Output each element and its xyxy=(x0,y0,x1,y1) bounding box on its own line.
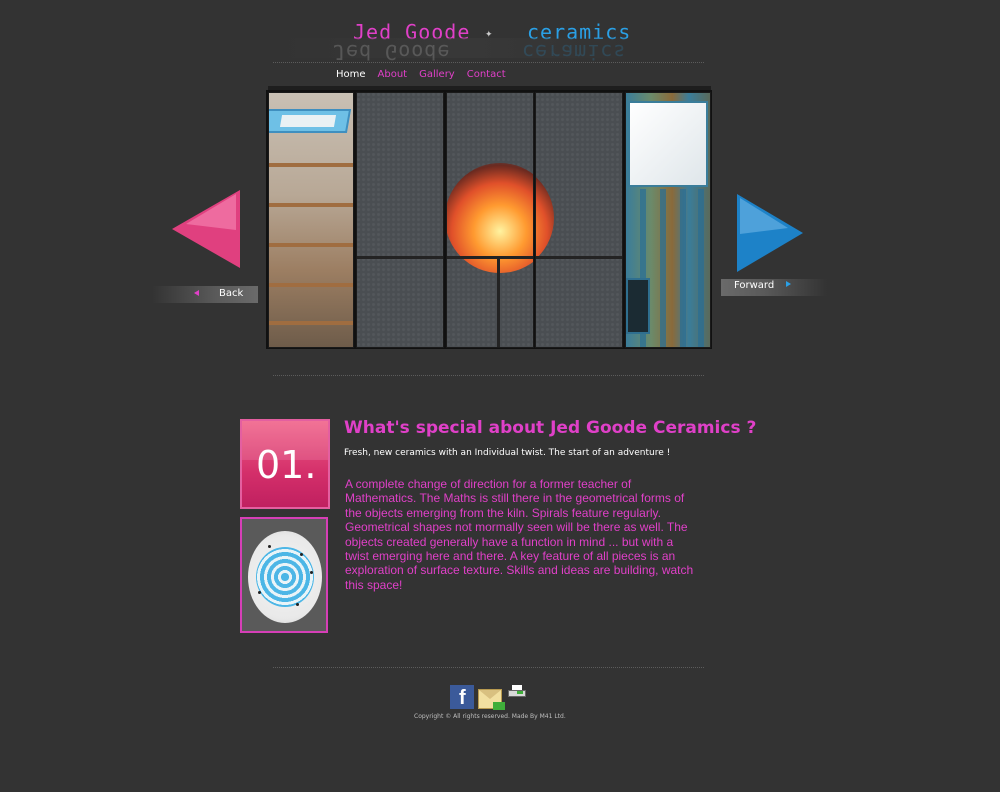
slider-next-arrow-icon[interactable] xyxy=(737,194,803,272)
forward-button[interactable]: Forward xyxy=(721,279,827,296)
nav-item-home[interactable]: Home xyxy=(336,69,366,80)
section-number: 01. xyxy=(256,443,317,487)
slider-panel-kiln-glow xyxy=(446,92,534,348)
section-body-text: A complete change of direction for a for… xyxy=(345,477,694,592)
copyright-text: Copyright © All rights reserved. Made By… xyxy=(414,713,566,720)
footer-icons: f xyxy=(450,685,526,710)
divider-top xyxy=(273,62,704,63)
forward-button-label: Forward xyxy=(734,280,775,291)
nav-item-gallery[interactable]: Gallery xyxy=(419,69,455,80)
box-opening xyxy=(626,278,650,334)
section-number-badge: 01. xyxy=(240,419,330,509)
box-interior xyxy=(628,101,708,187)
pot-glaze-rim xyxy=(269,109,352,133)
logo-reflection-jed-goode: Jed Goode xyxy=(333,40,451,64)
facebook-icon[interactable]: f xyxy=(450,685,474,709)
section-headline: What's special about Jed Goode Ceramics … xyxy=(344,418,757,438)
nav-item-about[interactable]: About xyxy=(378,69,408,80)
logo-reflection-ceramics: ceramics xyxy=(522,40,627,64)
main-nav: Home About Gallery Contact xyxy=(336,69,506,80)
divider-middle xyxy=(273,375,704,376)
slider-panel-square-pot xyxy=(268,92,354,348)
print-icon[interactable] xyxy=(508,685,526,699)
plate xyxy=(248,531,322,623)
image-slider xyxy=(266,90,712,349)
nav-item-contact[interactable]: Contact xyxy=(467,69,506,80)
spiral-plate-image xyxy=(240,517,328,633)
slider-panel-kiln-left xyxy=(356,92,444,348)
back-button-label: Back xyxy=(219,288,244,299)
slider-prev-arrow-icon[interactable] xyxy=(172,190,240,268)
site-logo[interactable]: Jed Goode ✦ ceramics Jed Goode ceramics xyxy=(280,18,630,64)
back-triangle-icon xyxy=(194,290,199,296)
mail-icon[interactable] xyxy=(478,689,505,710)
section-subline: Fresh, new ceramics with an Individual t… xyxy=(344,448,671,458)
slider-panel-blue-box xyxy=(625,92,711,348)
spiral-icon xyxy=(256,547,314,607)
divider-bottom xyxy=(273,667,704,668)
back-button[interactable]: Back xyxy=(152,286,258,303)
forward-triangle-icon xyxy=(786,281,791,287)
slider-panel-kiln-right xyxy=(535,92,623,348)
